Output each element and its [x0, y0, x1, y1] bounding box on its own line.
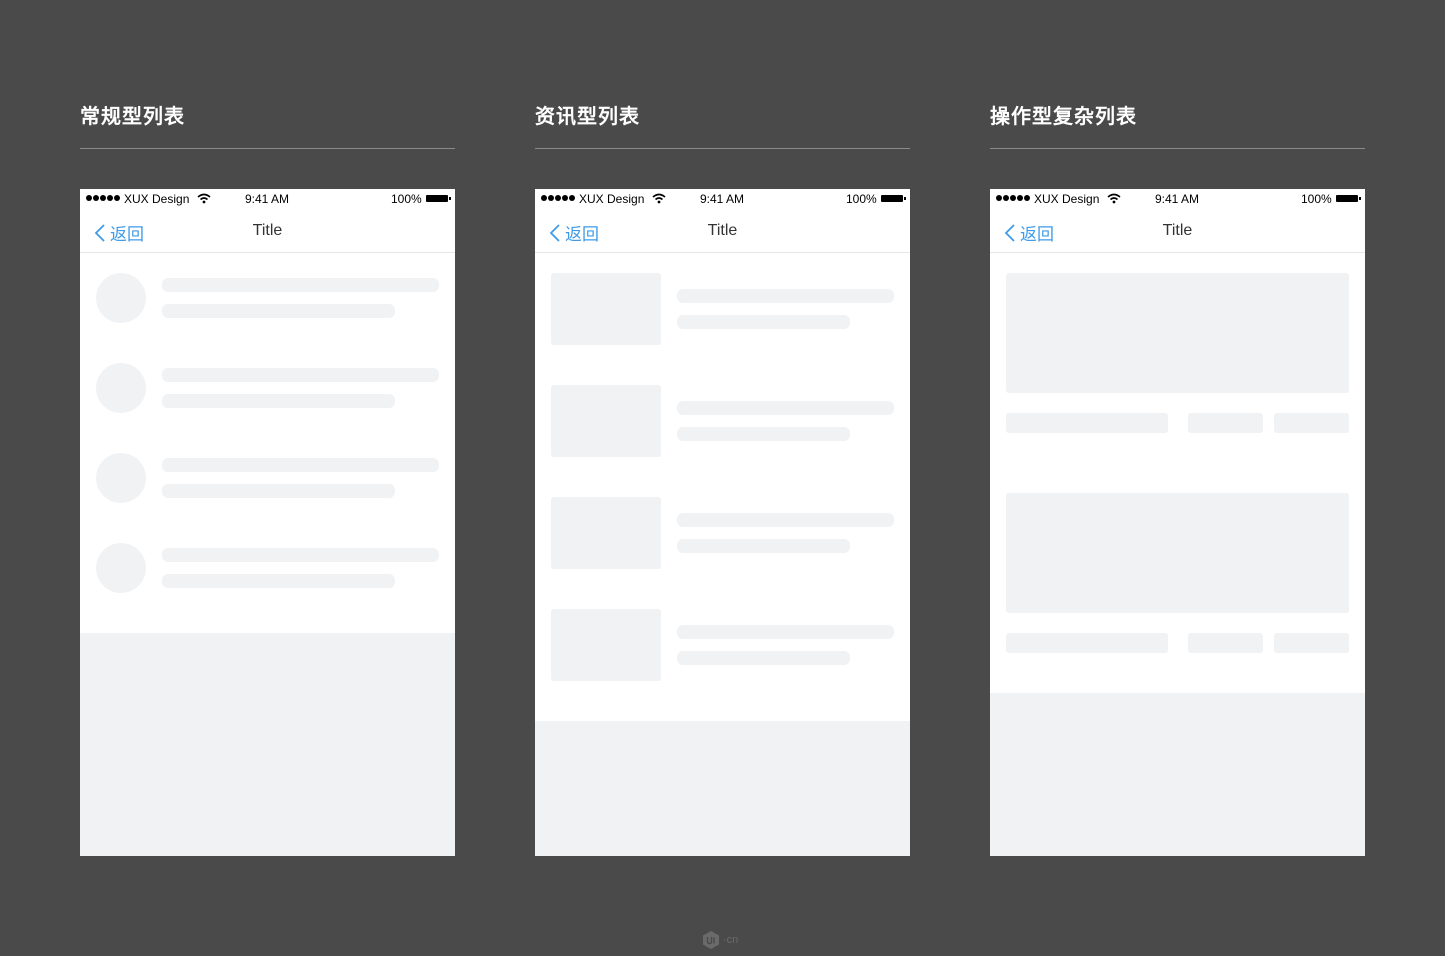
text-line-placeholder	[162, 548, 439, 562]
text-line-placeholder	[162, 574, 395, 588]
footer-watermark: ·cn	[702, 930, 738, 950]
text-line-placeholder	[677, 651, 850, 665]
text-line-placeholder	[1006, 413, 1168, 433]
action-button-placeholder[interactable]	[1274, 633, 1349, 653]
navigation-bar: 返回 Title	[535, 209, 910, 253]
status-time: 9:41 AM	[245, 192, 290, 206]
status-time: 9:41 AM	[700, 192, 745, 206]
text-line-placeholder	[677, 539, 850, 553]
text-line-placeholder	[677, 427, 850, 441]
back-button[interactable]: 返回	[94, 220, 144, 245]
text-line-placeholder	[162, 484, 395, 498]
chevron-left-icon	[94, 223, 105, 242]
status-bar: XUX Design 9:41 AM 100%	[80, 189, 455, 209]
section-divider	[80, 148, 455, 149]
status-time: 9:41 AM	[1155, 192, 1200, 206]
column-regular-list: 常规型列表 XUX Design 9:41 AM 100% 返回 Title	[80, 0, 455, 956]
text-line-placeholder	[677, 513, 894, 527]
section-title: 常规型列表	[80, 104, 185, 128]
battery-percent: 100%	[391, 192, 422, 206]
column-news-list: 资讯型列表 XUX Design 9:41 AM 100% 返回 Title	[535, 0, 910, 956]
card-image-placeholder	[1006, 493, 1349, 613]
avatar-placeholder	[96, 273, 146, 323]
text-line-placeholder	[677, 625, 894, 639]
navigation-bar: 返回 Title	[990, 209, 1365, 253]
phone-mockup: XUX Design 9:41 AM 100% 返回 Title	[80, 189, 455, 856]
section-divider	[990, 148, 1365, 149]
text-line-placeholder	[162, 394, 395, 408]
back-label: 返回	[1020, 225, 1054, 245]
action-button-placeholder[interactable]	[1274, 413, 1349, 433]
navigation-bar: 返回 Title	[80, 209, 455, 253]
battery-percent: 100%	[1301, 192, 1332, 206]
action-button-placeholder[interactable]	[1188, 413, 1263, 433]
wifi-icon	[197, 193, 211, 204]
back-label: 返回	[565, 225, 599, 245]
text-line-placeholder	[1006, 633, 1168, 653]
avatar-placeholder	[96, 363, 146, 413]
back-button[interactable]: 返回	[549, 220, 599, 245]
section-title: 资讯型列表	[535, 104, 640, 128]
signal-dots-icon	[86, 195, 120, 201]
text-line-placeholder	[677, 315, 850, 329]
thumbnail-placeholder	[551, 273, 661, 345]
back-button[interactable]: 返回	[1004, 220, 1054, 245]
chevron-left-icon	[1004, 223, 1015, 242]
status-bar: XUX Design 9:41 AM 100%	[990, 189, 1365, 209]
list-content-area: XUX Design 9:41 AM 100% 返回 Title	[535, 189, 910, 721]
text-line-placeholder	[162, 458, 439, 472]
ui-cn-logo-icon	[703, 931, 719, 949]
signal-dots-icon	[996, 195, 1030, 201]
thumbnail-placeholder	[551, 609, 661, 681]
phone-mockup: XUX Design 9:41 AM 100% 返回 Title	[990, 189, 1365, 856]
section-title: 操作型复杂列表	[990, 104, 1137, 128]
carrier-name: XUX Design	[1034, 192, 1100, 206]
battery-icon	[1336, 195, 1361, 202]
text-line-placeholder	[677, 401, 894, 415]
status-bar: XUX Design 9:41 AM 100%	[535, 189, 910, 209]
list-content-area: XUX Design 9:41 AM 100% 返回 Title	[990, 189, 1365, 693]
wifi-icon	[652, 193, 666, 204]
action-button-placeholder[interactable]	[1188, 633, 1263, 653]
thumbnail-placeholder	[551, 497, 661, 569]
thumbnail-placeholder	[551, 385, 661, 457]
wifi-icon	[1107, 193, 1121, 204]
text-line-placeholder	[162, 368, 439, 382]
chevron-left-icon	[549, 223, 560, 242]
list-content-area: XUX Design 9:41 AM 100% 返回 Title	[80, 189, 455, 633]
section-divider	[535, 148, 910, 149]
avatar-placeholder	[96, 453, 146, 503]
card-image-placeholder	[1006, 273, 1349, 393]
text-line-placeholder	[677, 289, 894, 303]
battery-icon	[881, 195, 906, 202]
back-label: 返回	[110, 225, 144, 245]
footer-text: ·cn	[723, 934, 739, 946]
text-line-placeholder	[162, 304, 395, 318]
phone-mockup: XUX Design 9:41 AM 100% 返回 Title	[535, 189, 910, 856]
signal-dots-icon	[541, 195, 575, 201]
column-operation-list: 操作型复杂列表 XUX Design 9:41 AM 100% 返回 Title	[990, 0, 1365, 956]
text-line-placeholder	[162, 278, 439, 292]
avatar-placeholder	[96, 543, 146, 593]
carrier-name: XUX Design	[579, 192, 645, 206]
battery-percent: 100%	[846, 192, 877, 206]
carrier-name: XUX Design	[124, 192, 190, 206]
battery-icon	[426, 195, 451, 202]
